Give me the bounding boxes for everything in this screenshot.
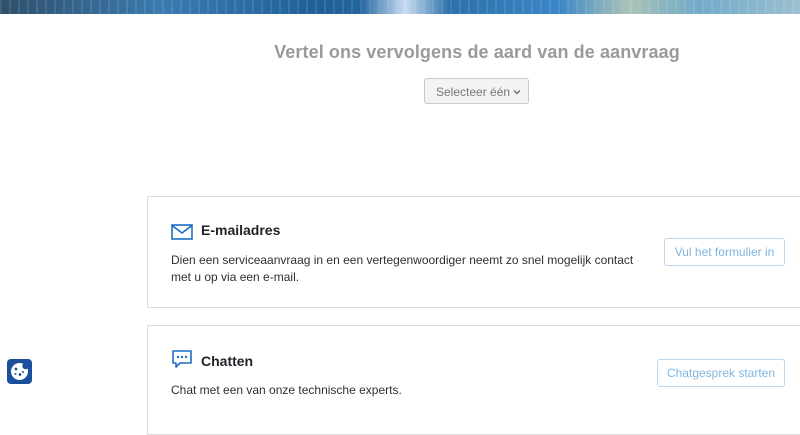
- request-type-select[interactable]: Selecteer één: [424, 78, 529, 104]
- hero-glow: [360, 0, 450, 14]
- email-card-title: E-mailadres: [201, 222, 281, 238]
- email-card-description: Dien een serviceaanvraag in en een verte…: [171, 252, 641, 286]
- envelope-icon: [171, 224, 193, 240]
- cookie-icon[interactable]: [7, 359, 32, 384]
- hero-banner-strip: [0, 0, 800, 14]
- start-chat-button[interactable]: Chatgesprek starten: [657, 359, 785, 387]
- chat-card-title: Chatten: [201, 353, 254, 369]
- email-card-description-line-1: Dien een serviceaanvraag in en een verte…: [171, 253, 634, 267]
- chat-bubble-icon: [172, 350, 192, 368]
- email-card-description-line-2: met u op via een e-mail.: [171, 270, 300, 284]
- chevron-down-icon: [513, 90, 521, 95]
- chat-card-description: Chat met een van onze technische experts…: [171, 383, 402, 397]
- request-nature-heading: Vertel ons vervolgens de aard van de aan…: [274, 42, 680, 62]
- request-type-select-value: Selecteer één: [436, 85, 511, 99]
- email-contact-card: E-mailadres Dien een serviceaanvraag in …: [147, 196, 800, 308]
- chat-contact-card: Chatten Chat met een van onze technische…: [147, 325, 800, 435]
- fill-form-button[interactable]: Vul het formulier in: [664, 238, 785, 266]
- hero-glow-secondary: [560, 0, 700, 14]
